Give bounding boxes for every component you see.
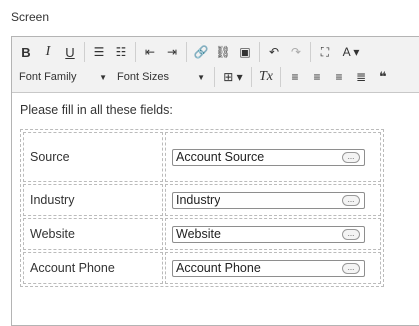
more-options-icon[interactable]: ... (342, 194, 360, 206)
table-icon[interactable]: ⊞ ▾ (218, 67, 248, 88)
bullet-list-icon[interactable]: ☰ (88, 42, 110, 63)
toolbar-divider (186, 42, 187, 62)
redo-icon[interactable]: ↷ (285, 42, 307, 63)
font-sizes-label: Font Sizes (117, 71, 169, 83)
table-row: Website Website ... (23, 218, 381, 250)
editor-toolbar: B I U ☰ ☷ ⇤ ⇥ 🔗 ⛓ ▣ ↶ ↷ ⛶ A ▾ Font Famil… (12, 37, 419, 93)
screen-label: Screen (11, 10, 50, 24)
instructions-text: Please fill in all these fields: (20, 103, 173, 117)
field-cell: Account Source ... (165, 132, 381, 182)
field-cell: Website ... (165, 218, 381, 250)
field-value: Account Source (176, 150, 265, 164)
website-field[interactable]: Website ... (172, 225, 365, 243)
toolbar-divider (214, 67, 215, 87)
more-options-icon[interactable]: ... (342, 151, 360, 163)
editor-content[interactable]: Please fill in all these fields: Source … (12, 93, 419, 287)
field-label: Source (23, 132, 163, 182)
toolbar-divider (84, 42, 85, 62)
blockquote-icon[interactable]: ❝ (372, 67, 394, 88)
underline-button[interactable]: U (59, 42, 81, 63)
field-label: Account Phone (23, 252, 163, 284)
rich-text-editor[interactable]: B I U ☰ ☷ ⇤ ⇥ 🔗 ⛓ ▣ ↶ ↷ ⛶ A ▾ Font Famil… (11, 36, 419, 326)
table-row: Account Phone Account Phone ... (23, 252, 381, 284)
field-value: Website (176, 227, 221, 241)
indent-icon[interactable]: ⇥ (161, 42, 183, 63)
fields-table: Source Account Source ... Industry Indus… (20, 129, 384, 287)
toolbar-divider (251, 67, 252, 87)
source-field[interactable]: Account Source ... (172, 148, 365, 166)
chevron-down-icon: ▼ (197, 72, 205, 82)
more-options-icon[interactable]: ... (342, 262, 360, 274)
undo-icon[interactable]: ↶ (263, 42, 285, 63)
italic-button[interactable]: I (37, 42, 59, 63)
numbered-list-icon[interactable]: ☷ (110, 42, 132, 63)
link-icon[interactable]: 🔗 (190, 42, 212, 63)
field-label: Website (23, 218, 163, 250)
field-value: Industry (176, 193, 221, 207)
toolbar-row-1: B I U ☰ ☷ ⇤ ⇥ 🔗 ⛓ ▣ ↶ ↷ ⛶ A ▾ (12, 41, 419, 63)
unlink-icon[interactable]: ⛓ (212, 42, 234, 63)
table-row: Industry Industry ... (23, 184, 381, 216)
font-sizes-dropdown[interactable]: Font Sizes ▼ (113, 67, 211, 88)
table-row: Source Account Source ... (23, 132, 381, 182)
outdent-icon[interactable]: ⇤ (139, 42, 161, 63)
justify-icon[interactable]: ≣ (350, 67, 372, 88)
toolbar-divider (280, 67, 281, 87)
toolbar-row-2: Font Family ▼ Font Sizes ▼ ⊞ ▾ Tx ≡ ≡ ≡ … (12, 66, 419, 88)
more-options-icon[interactable]: ... (342, 228, 360, 240)
industry-field[interactable]: Industry ... (172, 191, 365, 209)
align-left-icon[interactable]: ≡ (284, 67, 306, 88)
toolbar-divider (259, 42, 260, 62)
field-cell: Account Phone ... (165, 252, 381, 284)
image-icon[interactable]: ▣ (234, 42, 256, 63)
font-color-icon[interactable]: A ▾ (336, 42, 366, 63)
font-family-label: Font Family (19, 71, 77, 83)
fullscreen-icon[interactable]: ⛶ (314, 42, 336, 63)
field-label: Industry (23, 184, 163, 216)
toolbar-divider (135, 42, 136, 62)
clear-format-icon[interactable]: Tx (255, 67, 277, 88)
font-family-dropdown[interactable]: Font Family ▼ (15, 67, 113, 88)
field-value: Account Phone (176, 261, 261, 275)
field-cell: Industry ... (165, 184, 381, 216)
bold-button[interactable]: B (15, 42, 37, 63)
toolbar-divider (310, 42, 311, 62)
align-right-icon[interactable]: ≡ (328, 67, 350, 88)
chevron-down-icon: ▼ (99, 72, 107, 82)
account-phone-field[interactable]: Account Phone ... (172, 259, 365, 277)
align-center-icon[interactable]: ≡ (306, 67, 328, 88)
